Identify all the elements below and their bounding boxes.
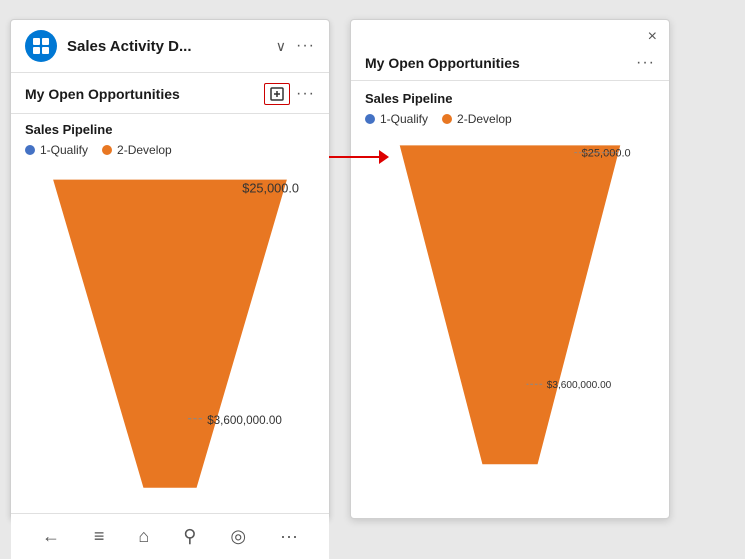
svg-text:$25,000.0: $25,000.0 bbox=[242, 180, 299, 195]
right-chart-legend: 1-Qualify 2-Develop bbox=[365, 112, 655, 126]
app-logo-icon bbox=[31, 36, 51, 56]
legend-label-qualify: 1-Qualify bbox=[40, 143, 88, 157]
funnel-chart-right: $25,000.0 $3,600,000.00 bbox=[365, 134, 655, 514]
right-legend-dot-develop bbox=[442, 114, 452, 124]
right-chart-title: Sales Pipeline bbox=[365, 91, 655, 106]
nav-menu-icon[interactable]: ≡ bbox=[94, 526, 105, 547]
nav-activity-icon[interactable]: ◎ bbox=[230, 526, 246, 547]
right-chart-area: Sales Pipeline 1-Qualify 2-Develop $25,0… bbox=[351, 81, 669, 518]
nav-more-icon[interactable]: ··· bbox=[280, 526, 298, 547]
right-panel: × My Open Opportunities ··· Sales Pipeli… bbox=[350, 19, 670, 519]
main-container: Sales Activity D... ∨ ··· My Open Opport… bbox=[0, 0, 745, 538]
svg-text:$3,600,000.00: $3,600,000.00 bbox=[547, 380, 612, 391]
expand-arrow bbox=[329, 150, 389, 164]
bottom-nav: ← ≡ ⌂ ⚲ ◎ ··· bbox=[11, 513, 329, 559]
legend-item-qualify: 1-Qualify bbox=[25, 143, 88, 157]
left-header: Sales Activity D... ∨ ··· bbox=[11, 20, 329, 73]
svg-text:$3,600,000.00: $3,600,000.00 bbox=[207, 414, 282, 427]
legend-dot-develop bbox=[102, 145, 112, 155]
right-more-icon[interactable]: ··· bbox=[636, 54, 655, 72]
right-legend-dot-qualify bbox=[365, 114, 375, 124]
chart-title: Sales Pipeline bbox=[25, 122, 315, 137]
nav-back-icon[interactable]: ← bbox=[42, 526, 60, 547]
funnel-svg-left: $25,000.0 $3,600,000.00 bbox=[25, 169, 315, 509]
svg-text:$25,000.0: $25,000.0 bbox=[582, 147, 631, 159]
arrow-line bbox=[329, 156, 379, 158]
chart-legend: 1-Qualify 2-Develop bbox=[25, 143, 315, 157]
app-icon bbox=[25, 30, 57, 62]
section-title: My Open Opportunities bbox=[25, 86, 264, 102]
funnel-svg-right: $25,000.0 $3,600,000.00 bbox=[365, 138, 655, 478]
section-header: My Open Opportunities ··· bbox=[11, 73, 329, 114]
header-more-icon[interactable]: ··· bbox=[296, 37, 315, 55]
legend-label-develop: 2-Develop bbox=[117, 143, 172, 157]
left-panel: Sales Activity D... ∨ ··· My Open Opport… bbox=[10, 19, 330, 519]
right-section-title: My Open Opportunities bbox=[365, 55, 636, 71]
chart-area: Sales Pipeline 1-Qualify 2-Develop $25,0… bbox=[11, 114, 329, 513]
app-title: Sales Activity D... bbox=[67, 38, 266, 55]
expand-button[interactable] bbox=[264, 83, 290, 105]
nav-home-icon[interactable]: ⌂ bbox=[138, 526, 149, 547]
expand-icon bbox=[270, 87, 284, 101]
arrow-head bbox=[379, 150, 389, 164]
right-legend-label-develop: 2-Develop bbox=[457, 112, 512, 126]
close-button[interactable]: × bbox=[648, 28, 657, 46]
right-top-bar: × bbox=[351, 20, 669, 50]
right-section-header: My Open Opportunities ··· bbox=[351, 50, 669, 81]
legend-item-develop: 2-Develop bbox=[102, 143, 172, 157]
legend-dot-qualify bbox=[25, 145, 35, 155]
right-legend-item-qualify: 1-Qualify bbox=[365, 112, 428, 126]
right-legend-item-develop: 2-Develop bbox=[442, 112, 512, 126]
chevron-icon[interactable]: ∨ bbox=[276, 38, 286, 55]
section-more-icon[interactable]: ··· bbox=[296, 85, 315, 103]
nav-search-icon[interactable]: ⚲ bbox=[183, 526, 196, 547]
funnel-chart-left: $25,000.0 $3,600,000.00 bbox=[25, 165, 315, 509]
right-legend-label-qualify: 1-Qualify bbox=[380, 112, 428, 126]
